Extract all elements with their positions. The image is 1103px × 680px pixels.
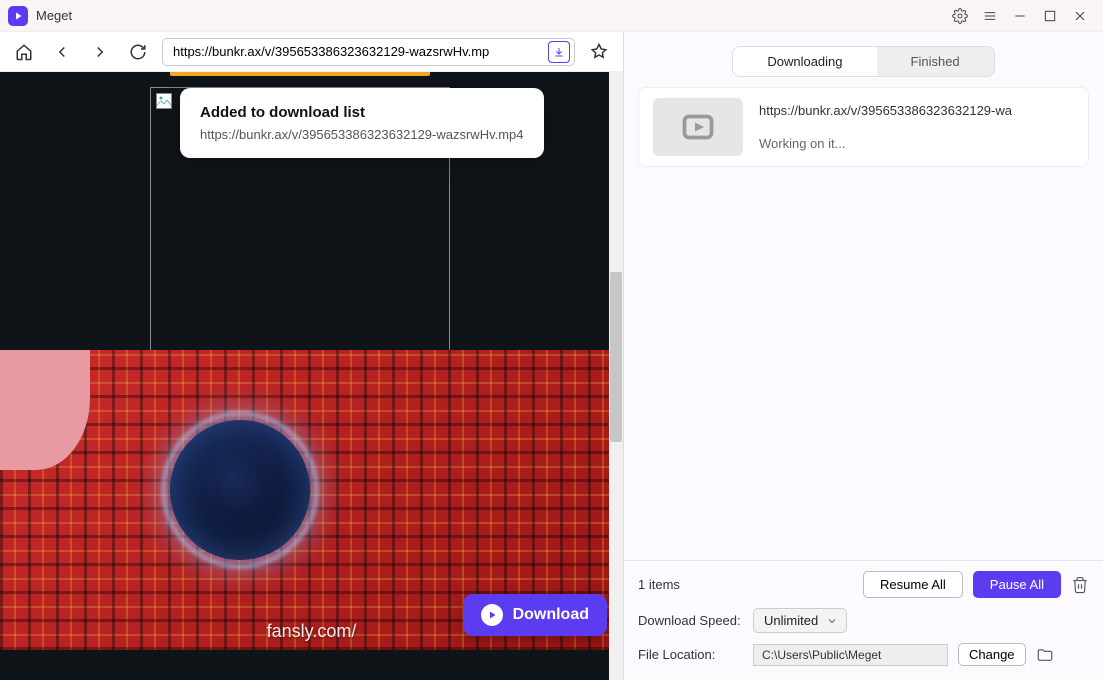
forward-button[interactable] [86, 38, 114, 66]
change-location-button[interactable]: Change [958, 643, 1026, 666]
minimize-button[interactable] [1005, 1, 1035, 31]
location-label: File Location: [638, 647, 743, 662]
toast-notification: Added to download list https://bunkr.ax/… [180, 88, 544, 158]
download-tabs: Downloading Finished [732, 46, 994, 77]
close-button[interactable] [1065, 1, 1095, 31]
download-button[interactable]: Download [463, 594, 607, 636]
broken-image-icon [155, 92, 173, 110]
browser-viewport: fansly.com/ Download Added to download l… [0, 72, 623, 680]
url-input[interactable] [173, 44, 548, 59]
delete-button[interactable] [1071, 576, 1089, 594]
scrollbar[interactable] [609, 72, 623, 680]
speed-label: Download Speed: [638, 613, 743, 628]
download-item[interactable]: https://bunkr.ax/v/395653386323632129-wa… [638, 87, 1089, 167]
download-item-url: https://bunkr.ax/v/395653386323632129-wa [759, 103, 1074, 118]
items-count: 1 items [638, 577, 853, 592]
url-bar[interactable] [162, 38, 575, 66]
speed-value: Unlimited [764, 613, 818, 628]
download-thumbnail [653, 98, 743, 156]
app-logo [8, 6, 28, 26]
pause-all-button[interactable]: Pause All [973, 571, 1061, 598]
pin-button[interactable] [585, 38, 613, 66]
settings-button[interactable] [945, 1, 975, 31]
download-item-status: Working on it... [759, 136, 1074, 151]
download-footer: 1 items Resume All Pause All Download Sp… [624, 560, 1103, 680]
app-title: Meget [36, 8, 72, 23]
home-button[interactable] [10, 38, 38, 66]
scrollbar-thumb[interactable] [610, 272, 622, 442]
titlebar: Meget [0, 0, 1103, 32]
speed-select[interactable]: Unlimited [753, 608, 847, 633]
menu-button[interactable] [975, 1, 1005, 31]
reload-button[interactable] [124, 38, 152, 66]
location-input[interactable] [753, 644, 948, 666]
browser-toolbar [0, 32, 623, 72]
download-icon [481, 604, 503, 626]
resume-all-button[interactable]: Resume All [863, 571, 963, 598]
toast-url: https://bunkr.ax/v/395653386323632129-wa… [200, 127, 524, 142]
open-folder-button[interactable] [1036, 646, 1054, 664]
download-button-label: Download [513, 606, 589, 624]
maximize-button[interactable] [1035, 1, 1065, 31]
tab-finished[interactable]: Finished [877, 47, 994, 76]
video-watermark: fansly.com/ [267, 621, 357, 642]
tab-downloading[interactable]: Downloading [733, 47, 876, 76]
toast-title: Added to download list [200, 104, 524, 121]
chevron-down-icon [826, 615, 838, 627]
download-list: https://bunkr.ax/v/395653386323632129-wa… [624, 87, 1103, 560]
download-url-button[interactable] [548, 41, 570, 63]
loading-bar [170, 72, 430, 76]
back-button[interactable] [48, 38, 76, 66]
